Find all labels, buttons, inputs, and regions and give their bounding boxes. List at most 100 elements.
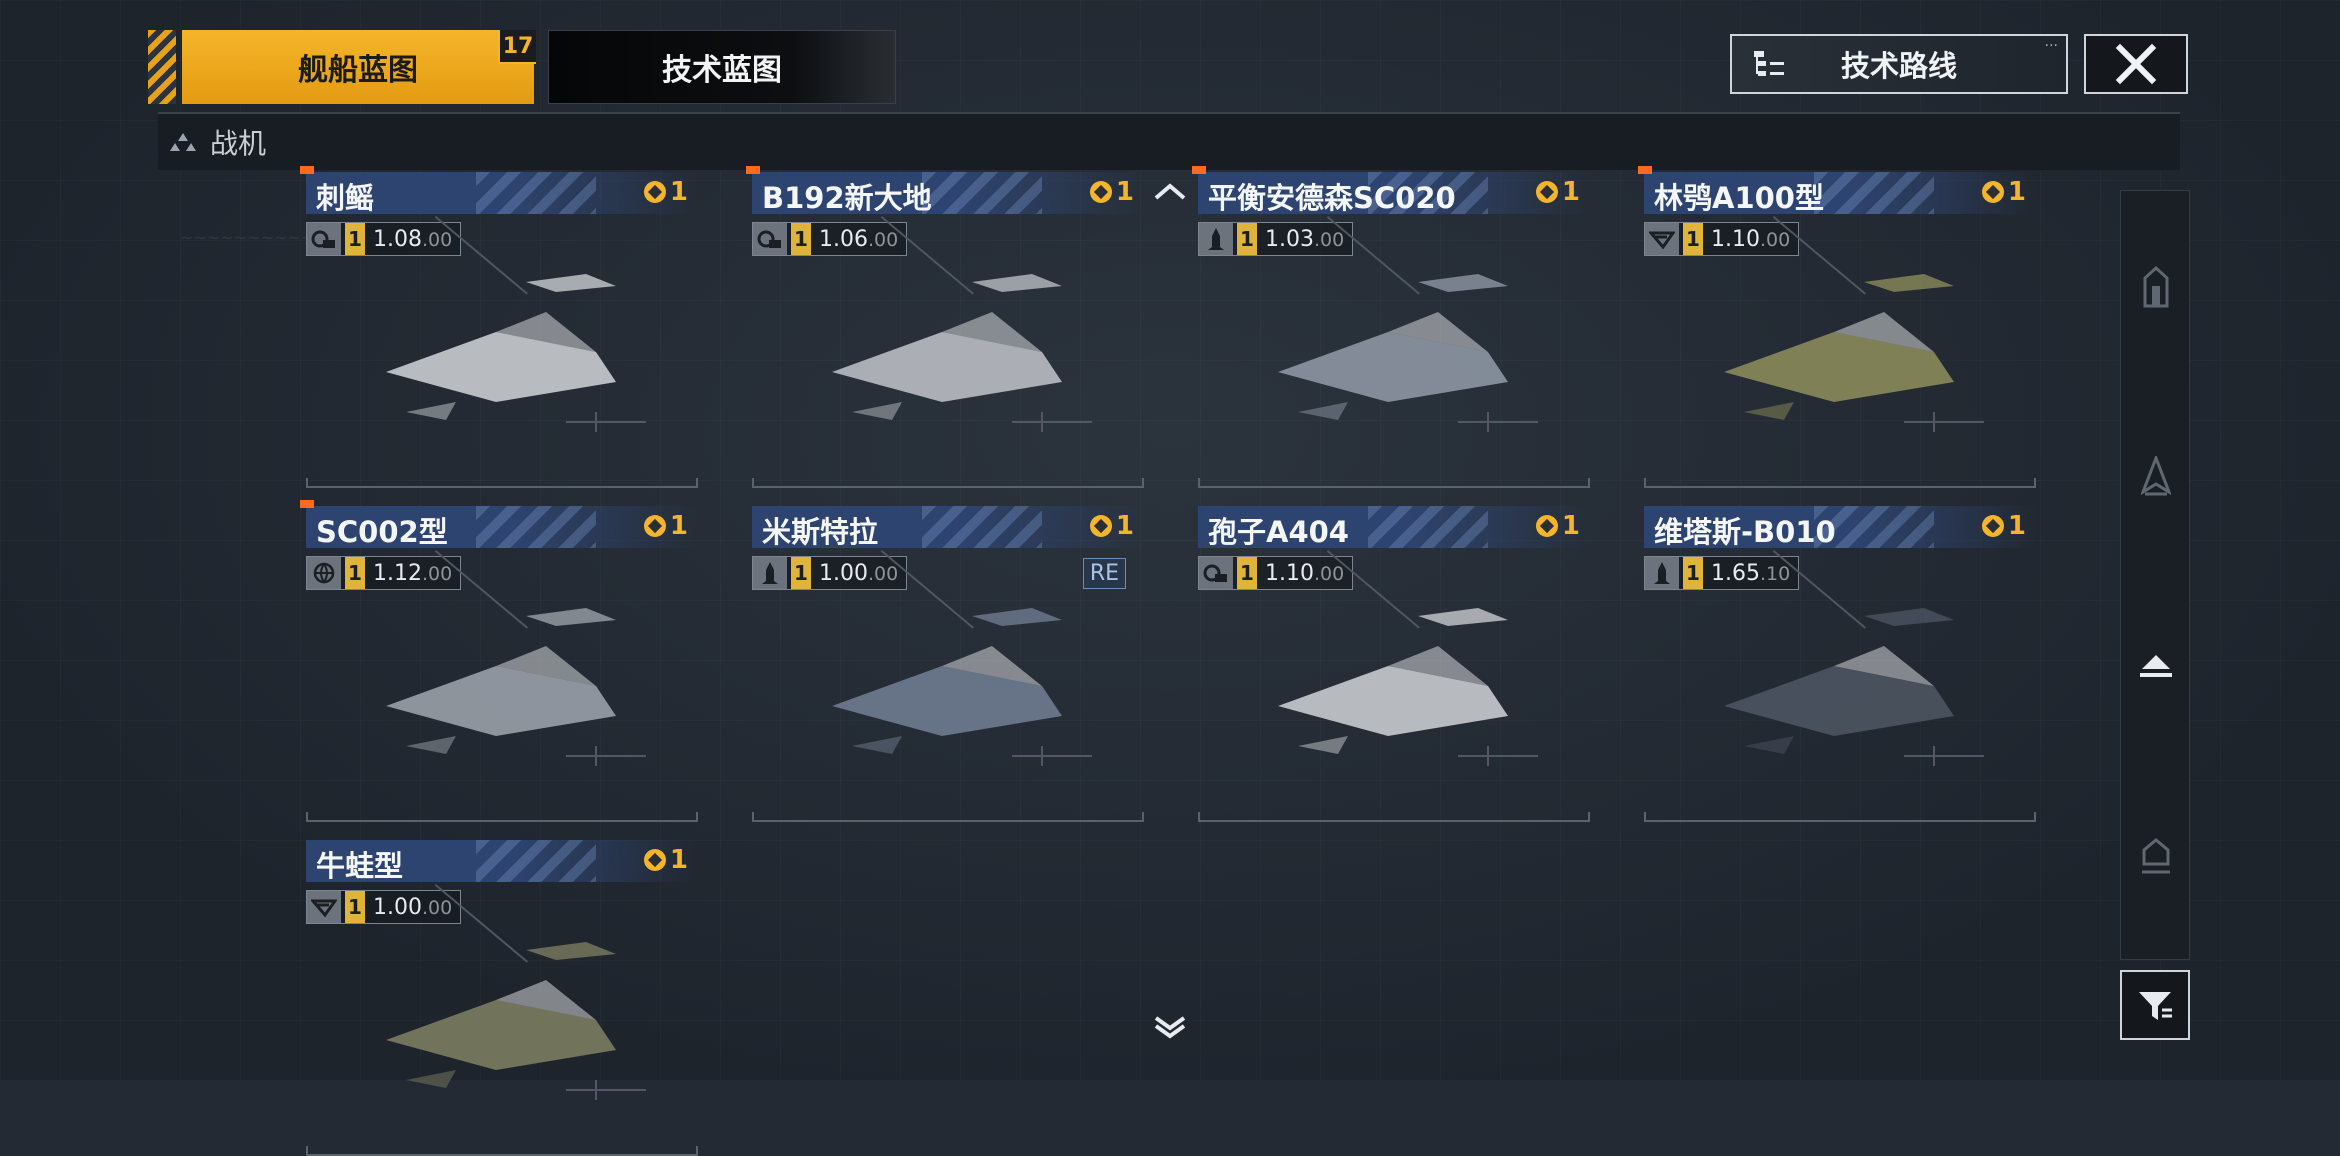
section-header: 战机 (158, 112, 2180, 170)
blueprint-cost: 1 (1089, 177, 1134, 207)
ship-card[interactable]: SC002型 1 1 1.12.00 (300, 500, 698, 822)
filter-icon (2139, 992, 2172, 1020)
blueprint-coin-icon (1535, 181, 1558, 203)
cost-value: 1 (2007, 511, 2026, 541)
ship-model-image (792, 242, 1112, 452)
card-baseline (1644, 812, 2036, 822)
cost-value: 1 (1561, 511, 1580, 541)
missile-icon (1645, 557, 1679, 589)
ship-model-image (792, 576, 1112, 786)
blueprint-cost: 1 (1981, 511, 2026, 541)
ship-card[interactable]: B192新大地 1 1 1.06.00 (746, 166, 1144, 488)
blueprint-coin-icon (643, 181, 666, 203)
tab-ship-blueprints[interactable]: 舰船蓝图 (182, 30, 534, 104)
fighter-filter-icon (2140, 655, 2172, 677)
ship-class-filter-rail (2120, 190, 2190, 960)
chevron-down-icon (1154, 1016, 1186, 1039)
wing-icon (1645, 223, 1679, 255)
header-stripes (476, 172, 596, 214)
ship-name: 林鸮A100型 (1654, 181, 1824, 215)
cost-value: 1 (669, 177, 688, 207)
filter-cruiser[interactable] (2121, 381, 2191, 571)
dots-decor: ··· (2044, 38, 2058, 54)
close-button[interactable] (2084, 34, 2188, 94)
capital-filter-icon (2142, 838, 2170, 874)
ship-name: 平衡安德森SC020 (1208, 181, 1456, 215)
ship-card[interactable]: 林鸮A100型 1 1 1.10.00 (1638, 166, 2036, 488)
header-stripes (922, 172, 1042, 214)
blueprint-coin-icon (643, 849, 666, 871)
ship-name: B192新大地 (762, 181, 932, 215)
fighter-category-icon (170, 133, 196, 151)
scroll-down-chevron[interactable] (1150, 1012, 1190, 1042)
missile-icon (1199, 223, 1233, 255)
tech-route-button[interactable]: 技术路线 ··· (1730, 34, 2068, 94)
globe-icon (307, 557, 341, 589)
ship-name: 刺鳐 (316, 181, 375, 215)
blueprint-cost: 1 (643, 845, 688, 875)
cost-value: 1 (669, 845, 688, 875)
header-stripes (476, 840, 596, 882)
blueprint-coin-icon (1089, 515, 1112, 537)
ship-model-image (1684, 242, 2004, 452)
header-stripes (1814, 172, 1934, 214)
carrier-icon (1199, 557, 1233, 589)
filter-frigate[interactable] (2121, 191, 2191, 381)
tab-count-badge: 17 (498, 30, 536, 64)
chevron-up-icon (1154, 183, 1186, 200)
ship-model-image (1238, 242, 1558, 452)
tab-accent-stripes (148, 30, 176, 104)
header-stripes (922, 506, 1042, 548)
scroll-up-chevron[interactable] (1150, 176, 1190, 206)
blueprint-cost: 1 (1089, 511, 1134, 541)
filter-fighter-active[interactable] (2121, 571, 2191, 761)
blueprint-coin-icon (1535, 515, 1558, 537)
filter-button[interactable] (2120, 970, 2190, 1040)
blueprint-coin-icon (1981, 181, 2004, 203)
blueprint-coin-icon (643, 515, 666, 537)
missile-icon (753, 557, 787, 589)
carrier-icon (307, 223, 341, 255)
tab-tech-label: 技术蓝图 (662, 53, 782, 88)
new-flag-marker (300, 166, 314, 174)
section-title: 战机 (210, 127, 267, 160)
ship-card[interactable]: 米斯特拉 1 1 1.00.00 RE (752, 506, 1144, 822)
ship-card[interactable]: 牛蛙型 1 1 1.00.00 (306, 840, 698, 1156)
card-baseline (752, 812, 1144, 822)
cost-value: 1 (1115, 511, 1134, 541)
blueprint-coin-icon (1089, 181, 1112, 203)
ship-model-image (346, 242, 666, 452)
card-baseline (1198, 478, 1590, 488)
ship-card[interactable]: 平衡安德森SC020 1 1 1.03.00 (1192, 166, 1590, 488)
ship-name: 维塔斯-B010 (1654, 515, 1836, 549)
card-baseline (306, 812, 698, 822)
filter-capital[interactable] (2121, 761, 2191, 951)
tech-route-label: 技术路线 (1840, 49, 1957, 83)
card-baseline (306, 478, 698, 488)
tab-tech-blueprints[interactable]: 技术蓝图 (548, 30, 896, 104)
wing-icon (307, 891, 341, 923)
ship-name: 孢子A404 (1208, 515, 1349, 549)
ship-name: 米斯特拉 (762, 515, 879, 549)
new-flag-marker (1638, 166, 1652, 174)
blueprint-cost: 1 (643, 177, 688, 207)
header-stripes (476, 506, 596, 548)
blueprint-cost: 1 (1535, 177, 1580, 207)
blueprint-cost: 1 (1981, 177, 2026, 207)
ship-card[interactable]: 维塔斯-B010 1 1 1.65.10 (1644, 506, 2036, 822)
ship-card[interactable]: 孢子A404 1 1 1.10.00 (1198, 506, 1590, 822)
frigate-filter-icon (2143, 265, 2169, 308)
carrier-icon (753, 223, 787, 255)
cost-value: 1 (2007, 177, 2026, 207)
card-baseline (1198, 812, 1590, 822)
new-flag-marker (746, 166, 760, 174)
ship-model-image (346, 910, 666, 1120)
ship-name: 牛蛙型 (316, 849, 404, 883)
close-icon (2115, 43, 2157, 85)
card-baseline (752, 478, 1144, 488)
ship-name: SC002型 (316, 515, 448, 549)
cost-value: 1 (1561, 177, 1580, 207)
ship-card[interactable]: 刺鳐 1 1 1.08.00 (300, 166, 698, 488)
cruiser-filter-icon (2141, 456, 2171, 496)
blueprint-cost: 1 (643, 511, 688, 541)
